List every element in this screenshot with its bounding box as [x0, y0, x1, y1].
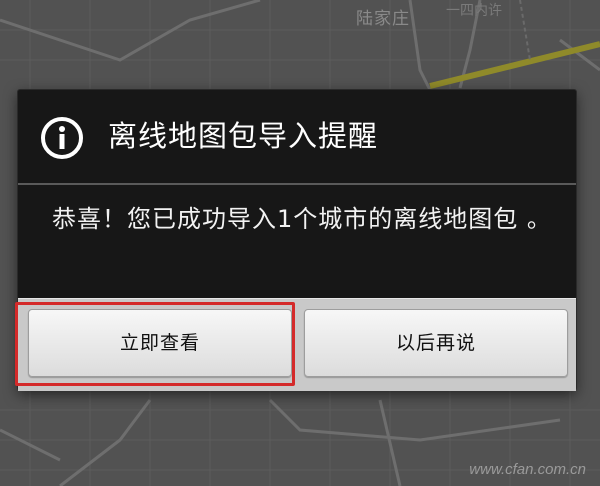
- map-place-label: 陆家庄: [356, 9, 410, 29]
- dialog-message: 恭喜！您已成功导入1个城市的离线地图包 。: [52, 205, 552, 233]
- title-divider: [18, 183, 576, 185]
- screen: 陆家庄 一四内许 离线地图包导入提醒 恭喜！您已成功导入1个城市的离线地图包 。…: [0, 0, 600, 486]
- map-place-label-2: 一四内许: [446, 3, 502, 19]
- view-now-button[interactable]: 立即查看: [28, 309, 292, 377]
- dialog-header: 离线地图包导入提醒: [18, 90, 576, 182]
- offline-map-import-dialog: 离线地图包导入提醒 恭喜！您已成功导入1个城市的离线地图包 。 立即查看 以后再…: [18, 90, 576, 391]
- info-icon: [41, 117, 83, 159]
- watermark: www.cfan.com.cn: [469, 461, 586, 478]
- dialog-title: 离线地图包导入提醒: [108, 119, 379, 153]
- later-button[interactable]: 以后再说: [304, 309, 568, 377]
- dialog-button-bar: 立即查看 以后再说: [18, 298, 576, 391]
